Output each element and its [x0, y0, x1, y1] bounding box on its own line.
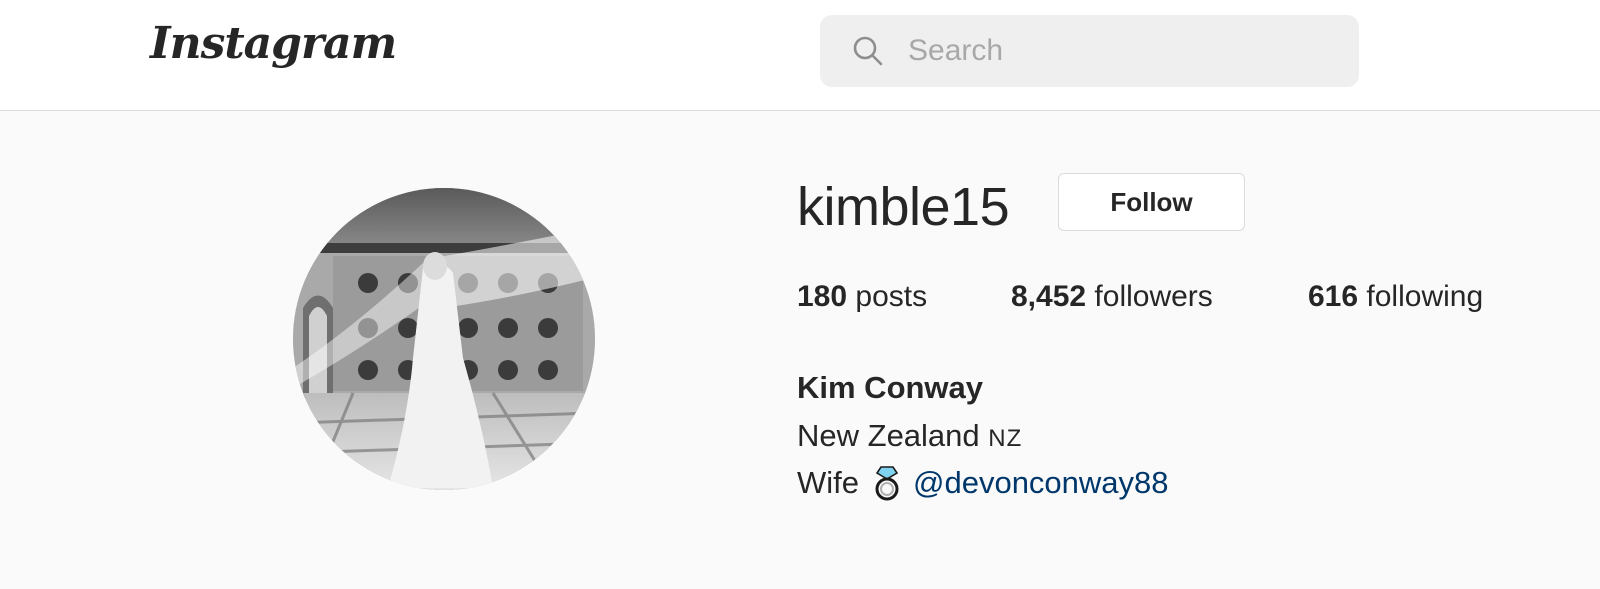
- profile-avatar[interactable]: [293, 188, 595, 490]
- following-count[interactable]: 616 following: [1308, 280, 1483, 314]
- posts-count[interactable]: 180 posts: [797, 280, 927, 314]
- bio-location-text: New Zealand: [797, 418, 980, 453]
- ring-icon: [875, 466, 899, 501]
- search-box[interactable]: [820, 15, 1359, 87]
- search-icon: [853, 36, 883, 66]
- bio-location: New Zealand NZ: [797, 418, 1022, 454]
- flag-icon: NZ: [988, 425, 1023, 452]
- following-number: 616: [1308, 280, 1359, 313]
- follow-button[interactable]: Follow: [1058, 173, 1245, 231]
- avatar-photo: [293, 188, 595, 490]
- posts-label: posts: [855, 280, 928, 313]
- following-label: following: [1366, 280, 1484, 313]
- followers-number: 8,452: [1011, 280, 1087, 313]
- top-navigation-bar: Instagram: [0, 0, 1600, 111]
- profile-username: kimble15: [797, 177, 1010, 237]
- profile-full-name: Kim Conway: [797, 370, 984, 405]
- followers-label: followers: [1094, 280, 1213, 313]
- followers-count[interactable]: 8,452 followers: [1011, 280, 1213, 314]
- posts-number: 180: [797, 280, 848, 313]
- bio-role: Wife @devonconway88: [797, 465, 1169, 501]
- search-input[interactable]: [908, 33, 1328, 69]
- bio-role-text: Wife: [797, 465, 859, 500]
- instagram-logo[interactable]: Instagram: [150, 18, 397, 69]
- bio-mention-link[interactable]: @devonconway88: [913, 465, 1169, 501]
